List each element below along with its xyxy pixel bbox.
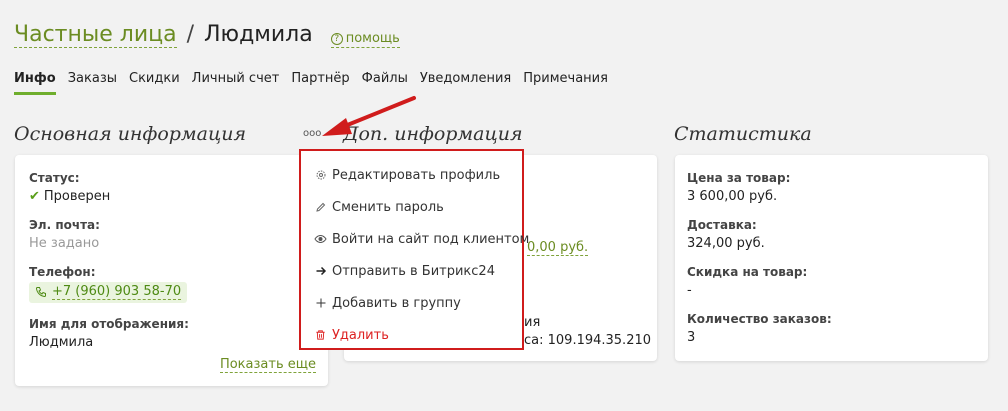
stat-price-label: Цена за товар:: [687, 171, 791, 185]
arrow-right-icon: [314, 265, 327, 278]
menu-item-send-bitrix[interactable]: Отправить в Битрикс24: [301, 255, 522, 287]
phone-label: Телефон:: [29, 265, 96, 279]
menu-item-delete[interactable]: Удалить: [301, 319, 522, 351]
stat-price-value: 3 600,00 руб.: [687, 189, 778, 204]
show-more-link[interactable]: Показать еще: [219, 357, 316, 373]
status-value: ✔ Проверен: [29, 189, 314, 204]
menu-item-label: Отправить в Битрикс24: [332, 263, 495, 279]
pencil-icon: [314, 201, 327, 214]
phone-icon: [35, 287, 46, 298]
menu-item-label: Добавить в группу: [332, 295, 461, 311]
breadcrumb-parent-link[interactable]: Частные лица: [14, 22, 177, 48]
stat-orders-label: Количество заказов:: [687, 312, 832, 326]
status-text: Проверен: [43, 189, 111, 204]
tab-partner[interactable]: Партнёр: [291, 71, 349, 95]
tab-files[interactable]: Файлы: [362, 71, 408, 95]
annotation-arrow-icon: [322, 96, 416, 136]
menu-item-label: Удалить: [332, 327, 389, 343]
menu-item-label: Войти на сайт под клиентом: [332, 231, 530, 247]
menu-item-add-to-group[interactable]: Добавить в группу: [301, 287, 522, 319]
menu-item-login-as-client[interactable]: Войти на сайт под клиентом: [301, 223, 529, 255]
question-circle-icon: ?: [330, 33, 343, 45]
tab-info[interactable]: Инфо: [14, 71, 56, 95]
tab-bar: Инфо Заказы Скидки Личный счет Партнёр Ф…: [14, 71, 620, 95]
stat-discount-label: Скидка на товар:: [687, 265, 808, 279]
menu-item-change-password[interactable]: Сменить пароль: [301, 191, 522, 223]
status-label: Статус:: [29, 171, 80, 185]
more-options-icon[interactable]: ooo: [303, 128, 321, 139]
extra-amount-text: 0,00 руб.: [527, 240, 589, 256]
menu-item-label: Сменить пароль: [332, 199, 444, 215]
checkmark-icon: ✔: [29, 189, 40, 204]
stat-discount-value: -: [687, 283, 692, 298]
stat-delivery-value: 324,00 руб.: [687, 236, 765, 251]
tab-discounts[interactable]: Скидки: [129, 71, 180, 95]
plus-icon: [314, 297, 327, 310]
context-menu: Редактировать профиль Сменить пароль Вой…: [299, 149, 529, 351]
stats-card: Цена за товар: 3 600,00 руб. Доставка: 3…: [675, 155, 988, 361]
stat-orders-value: 3: [687, 330, 696, 345]
main-info-title: Основная информация: [14, 123, 247, 145]
breadcrumb: Частные лица / Людмила ? помощь: [14, 22, 400, 48]
display-name-value: Людмила: [29, 335, 94, 350]
email-label: Эл. почта:: [29, 218, 100, 232]
tab-notifications[interactable]: Уведомления: [420, 71, 511, 95]
display-name-label: Имя для отображения:: [29, 317, 189, 331]
gear-icon: [314, 169, 327, 182]
help-link[interactable]: ? помощь: [330, 31, 400, 48]
email-value: Не задано: [29, 236, 100, 251]
phone-link[interactable]: +7 (960) 903 58-70: [29, 282, 188, 303]
tab-orders[interactable]: Заказы: [68, 71, 117, 95]
page-title: Людмила: [204, 22, 313, 47]
breadcrumb-separator: /: [186, 22, 194, 47]
tab-notes[interactable]: Примечания: [523, 71, 608, 95]
extra-ip-value: са: 109.194.35.210: [524, 333, 652, 348]
stats-title: Статистика: [674, 123, 812, 145]
help-label: помощь: [345, 31, 400, 46]
extra-partial-label: ия: [524, 315, 541, 330]
stat-delivery-label: Доставка:: [687, 218, 757, 232]
tab-personal-account[interactable]: Личный счет: [192, 71, 280, 95]
phone-number: +7 (960) 903 58-70: [52, 284, 182, 300]
menu-item-edit-profile[interactable]: Редактировать профиль: [301, 159, 522, 191]
menu-item-label: Редактировать профиль: [332, 167, 501, 183]
eye-icon: [314, 233, 327, 246]
main-info-card: Статус: ✔ Проверен Эл. почта: Не задано Т…: [15, 155, 328, 386]
extra-amount-link[interactable]: 0,00 руб.: [527, 240, 589, 256]
trash-icon: [314, 329, 327, 342]
